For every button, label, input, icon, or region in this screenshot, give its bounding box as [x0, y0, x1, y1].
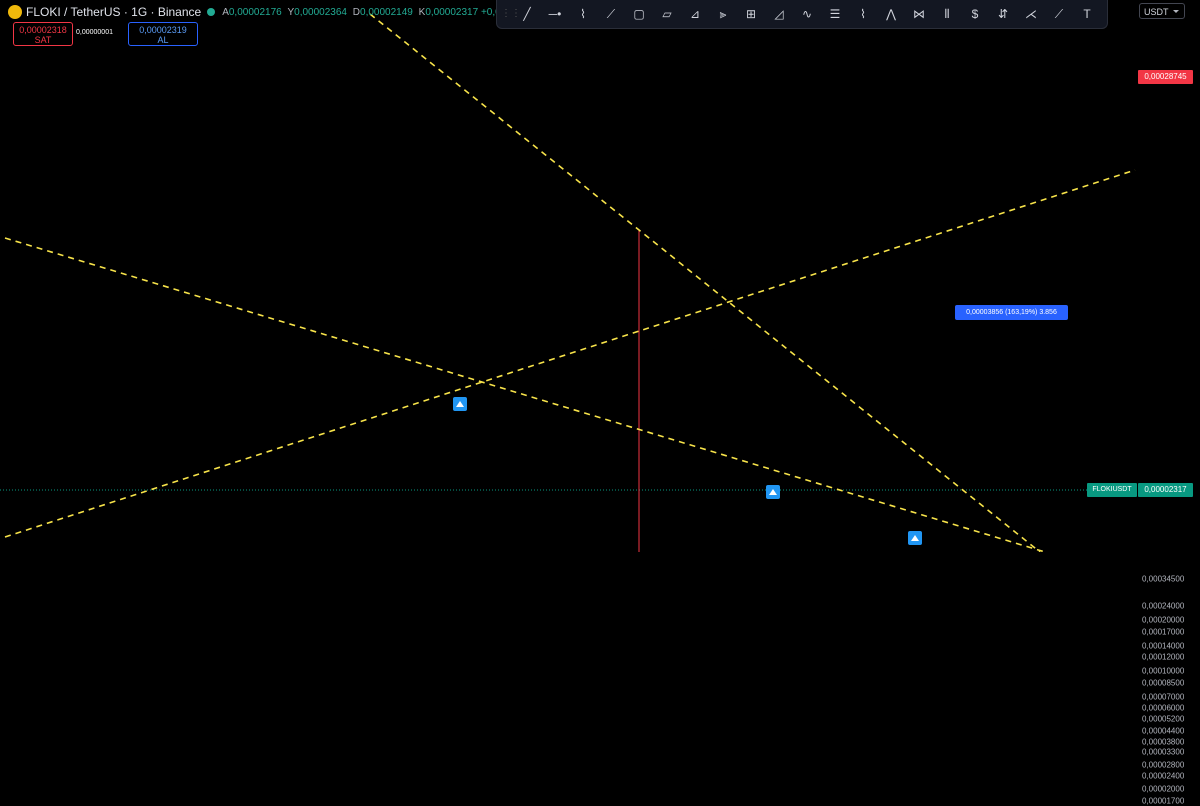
horizontal-ray-icon[interactable]: ─•	[541, 3, 569, 25]
long-position-icon[interactable]: ⇵	[989, 3, 1017, 25]
abcd-pattern-icon[interactable]: ⋌	[1017, 3, 1045, 25]
buy-button[interactable]: 0,00002319 AL	[128, 22, 198, 46]
price-tick-label: 0,00020000	[1142, 615, 1185, 625]
ascending-trendline[interactable]	[4, 169, 1136, 538]
xabcd-pattern-icon[interactable]: ⋈	[905, 3, 933, 25]
descending-trendline[interactable]	[369, 13, 1041, 552]
sell-label: SAT	[34, 35, 52, 45]
measure-label: 0,00003856 (163,19%) 3.856	[955, 305, 1068, 320]
trend-line-icon[interactable]: ╱	[513, 3, 541, 25]
price-tick-label: 0,00003800	[1142, 737, 1185, 747]
fib-fan-icon[interactable]: ◿	[765, 3, 793, 25]
market-status-icon	[207, 8, 216, 16]
sell-button[interactable]: 0,00002318 SAT	[13, 22, 73, 46]
drawing-toolbar: ⋮⋮ ╱ ─• ⌇ ⟋ ▢ ▱ ⊿ ⫸ ⊞ ◿ ∿ ☰ ⌇ ⋀ ⋈ ⦀ $ ⇵ ⋌ ⟋ T	[496, 0, 1108, 29]
price-tick-label: 0,00017000	[1142, 627, 1185, 637]
price-tick-label: 0,00004400	[1142, 726, 1185, 736]
resistance-price-label: 0,00028745	[1138, 70, 1193, 84]
price-tick-label: 0,00002800	[1142, 760, 1185, 770]
elliott-wave-icon[interactable]: ⌇	[849, 3, 877, 25]
price-tick-label: 0,00034500	[1142, 574, 1185, 584]
text-icon[interactable]: T	[1073, 3, 1101, 25]
falling-wedge-support[interactable]	[4, 237, 1046, 552]
gann-box-icon[interactable]: ⊞	[737, 3, 765, 25]
bars-pattern-icon[interactable]: ⦀	[933, 3, 961, 25]
price-tick-label: 0,00002400	[1142, 771, 1185, 781]
parallel-channel-icon[interactable]: ▱	[653, 3, 681, 25]
buy-signal-arrow-icon[interactable]	[766, 485, 780, 499]
price-tick-label: 0,00012000	[1142, 652, 1185, 662]
polyline-icon[interactable]: ⟋	[597, 3, 625, 25]
fib-retracement-icon[interactable]: ⊿	[681, 3, 709, 25]
price-tick-label: 0,00014000	[1142, 641, 1185, 651]
price-tick-label: 0,00001700	[1142, 796, 1185, 806]
head-shoulders-icon[interactable]: ⋀	[877, 3, 905, 25]
text-lines-icon[interactable]: ☰	[821, 3, 849, 25]
brush-icon[interactable]: ∿	[793, 3, 821, 25]
spread-value: 0,00000001	[76, 29, 113, 36]
price-tick-label: 0,00007000	[1142, 692, 1185, 702]
ray-icon[interactable]: ⟋	[1045, 3, 1073, 25]
price-chart[interactable]	[0, 0, 1200, 552]
drawing-layer	[0, 13, 1136, 552]
pitchfork-icon[interactable]: ⫸	[709, 3, 737, 25]
buy-signal-arrow-icon[interactable]	[908, 531, 922, 545]
price-tick-label: 0,00006000	[1142, 703, 1185, 713]
symbol-badge: FLOKIUSDT	[1087, 483, 1137, 497]
buy-price: 0,00002319	[139, 25, 187, 35]
symbol-title[interactable]: FLOKI / TetherUS · 1G · Binance	[26, 5, 201, 19]
price-tick-label: 0,00005200	[1142, 714, 1185, 724]
price-tick-label: 0,00010000	[1142, 666, 1185, 676]
rectangle-icon[interactable]: ▢	[625, 3, 653, 25]
symbol-header: FLOKI / TetherUS · 1G · Binance A0,00002…	[0, 0, 523, 24]
price-tick-label: 0,00008500	[1142, 678, 1185, 688]
buy-label: AL	[157, 35, 169, 45]
price-tick-label: 0,00003300	[1142, 747, 1185, 757]
toolbar-drag-handle[interactable]: ⋮⋮	[501, 9, 521, 19]
buy-signal-arrow-icon[interactable]	[453, 397, 467, 411]
ohlc-readout: A0,00002176 Y0,00002364 D0,00002149 K0,0…	[222, 6, 523, 18]
path-icon[interactable]: ⌇	[569, 3, 597, 25]
currency-select[interactable]: USDT	[1139, 3, 1185, 19]
price-tick-label: 0,00024000	[1142, 601, 1185, 611]
sell-price: 0,00002318	[19, 25, 67, 35]
price-tick-label: 0,00002000	[1142, 784, 1185, 794]
floki-logo-icon	[8, 5, 22, 19]
price-range-icon[interactable]: $	[961, 3, 989, 25]
last-price-label: 0,00002317	[1138, 483, 1193, 497]
